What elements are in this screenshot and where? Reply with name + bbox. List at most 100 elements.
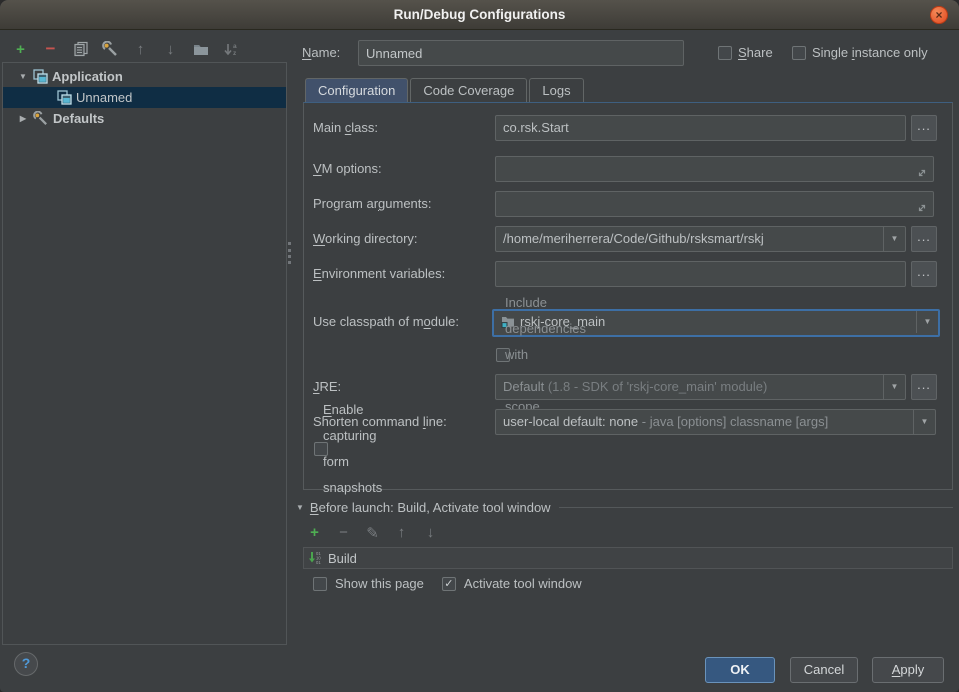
environment-variables-browse-button[interactable]: ...	[911, 261, 937, 287]
show-this-page-label: Show this page	[335, 576, 424, 591]
ok-button[interactable]: OK	[705, 657, 775, 683]
share-label: Share	[738, 45, 773, 60]
share-checkbox-group: Share	[718, 45, 773, 60]
configuration-panel: Main class: co.rsk.Start ... VM options:…	[303, 102, 953, 490]
single-instance-checkbox-group: Single instance only	[792, 45, 928, 60]
tab-code-coverage[interactable]: Code Coverage	[410, 78, 527, 103]
task-down-button[interactable]: ↓	[422, 524, 439, 541]
dropdown-arrow-icon[interactable]: ▼	[883, 227, 905, 251]
use-classpath-row: Use classpath of module: rskj-core_main …	[304, 309, 952, 337]
environment-variables-label: Environment variables:	[313, 261, 445, 287]
before-launch-header[interactable]: ▼ Before launch: Build, Activate tool wi…	[296, 500, 953, 515]
dropdown-arrow-icon[interactable]: ▼	[916, 311, 938, 333]
panel-splitter[interactable]	[288, 242, 291, 264]
main-class-browse-button[interactable]: ...	[911, 115, 937, 141]
jre-browse-button[interactable]: ...	[911, 374, 937, 400]
program-arguments-row: Program arguments:	[304, 191, 952, 219]
dialog-body: + − ↑ ↓ az ▼ Applicatio	[0, 30, 959, 692]
arrow-up-icon: ↑	[398, 524, 406, 541]
arrow-down-icon: ↓	[167, 41, 175, 58]
share-checkbox[interactable]	[718, 46, 732, 60]
working-directory-row: Working directory: /home/meriherrera/Cod…	[304, 226, 952, 254]
name-row: Name: Share Single instance only	[295, 40, 955, 66]
edit-task-button[interactable]: ✎	[364, 524, 381, 541]
minus-icon: −	[46, 39, 56, 59]
arrow-down-icon: ↓	[427, 524, 435, 541]
edit-defaults-button[interactable]	[102, 41, 119, 58]
activate-tool-window-label: Activate tool window	[464, 576, 582, 591]
tree-item-application[interactable]: ▼ Application	[3, 66, 286, 87]
activate-tool-window-checkbox[interactable]: ✓	[442, 577, 456, 591]
vm-options-row: VM options:	[304, 156, 952, 184]
expand-field-icon[interactable]	[916, 198, 928, 217]
application-icon	[57, 90, 72, 105]
jre-combo[interactable]: Default (1.8 - SDK of 'rskj-core_main' m…	[495, 374, 906, 400]
name-input[interactable]	[358, 40, 684, 66]
task-label: Build	[328, 551, 357, 566]
dropdown-arrow-icon[interactable]: ▼	[883, 375, 905, 399]
include-dependencies-group: Include dependencies with "Provided" sco…	[496, 348, 510, 362]
vm-options-field[interactable]	[495, 156, 934, 182]
working-directory-label: Working directory:	[313, 226, 418, 252]
main-class-row: Main class: co.rsk.Start ...	[304, 115, 952, 143]
enable-capturing-label: Enable capturing form snapshots	[323, 397, 382, 501]
help-button[interactable]: ?	[14, 652, 38, 676]
new-folder-button[interactable]	[192, 41, 209, 58]
plus-icon: +	[16, 41, 25, 58]
tree-collapsed-icon: ▶	[17, 114, 29, 123]
main-class-field[interactable]: co.rsk.Start	[495, 115, 906, 141]
environment-variables-field[interactable]	[495, 261, 906, 287]
main-class-label: Main class:	[313, 115, 378, 141]
move-down-button[interactable]: ↓	[162, 41, 179, 58]
apply-button[interactable]: Apply	[872, 657, 944, 683]
remove-configuration-button[interactable]: −	[42, 41, 59, 58]
check-icon: ✓	[444, 578, 453, 590]
vm-options-label: VM options:	[313, 156, 382, 182]
close-icon: ×	[935, 8, 942, 22]
sort-configurations-button[interactable]: az	[222, 41, 239, 58]
ellipsis-icon: ...	[917, 118, 931, 133]
program-arguments-field[interactable]	[495, 191, 934, 217]
cancel-button[interactable]: Cancel	[790, 657, 858, 683]
move-up-button[interactable]: ↑	[132, 41, 149, 58]
title-bar[interactable]: Run/Debug Configurations ×	[0, 0, 959, 30]
build-icon: 011001	[307, 550, 323, 566]
svg-text:z: z	[233, 50, 237, 57]
application-icon	[33, 69, 48, 84]
configurations-toolbar: + − ↑ ↓ az	[12, 38, 239, 60]
wrench-icon	[102, 41, 119, 58]
dropdown-arrow-icon[interactable]: ▼	[913, 410, 935, 434]
before-launch-label: Before launch: Build, Activate tool wind…	[310, 500, 551, 515]
add-configuration-button[interactable]: +	[12, 41, 29, 58]
section-divider	[559, 507, 953, 508]
enable-capturing-group: Enable capturing form snapshots	[314, 442, 328, 456]
collapse-section-icon: ▼	[296, 503, 304, 512]
show-this-page-checkbox[interactable]	[313, 577, 327, 591]
working-directory-browse-button[interactable]: ...	[911, 226, 937, 252]
minus-icon: −	[339, 524, 348, 541]
single-instance-checkbox[interactable]	[792, 46, 806, 60]
configurations-tree: ▼ Application Unnamed ▶ Defaults	[2, 62, 287, 645]
tab-configuration[interactable]: Configuration	[305, 78, 408, 103]
svg-text:a: a	[233, 43, 237, 50]
enable-capturing-row: Enable capturing form snapshots	[304, 440, 952, 468]
tree-item-defaults[interactable]: ▶ Defaults	[3, 108, 286, 129]
working-directory-combo[interactable]: /home/meriherrera/Code/Github/rsksmart/r…	[495, 226, 906, 252]
name-label: Name:	[302, 45, 340, 60]
task-up-button[interactable]: ↑	[393, 524, 410, 541]
close-button[interactable]: ×	[930, 6, 948, 24]
remove-task-button[interactable]: −	[335, 524, 352, 541]
tab-logs[interactable]: Logs	[529, 78, 583, 103]
plus-icon: +	[310, 524, 319, 541]
tree-item-unnamed[interactable]: Unnamed	[3, 87, 286, 108]
expand-field-icon[interactable]	[916, 163, 928, 182]
tree-item-label: Defaults	[53, 111, 104, 126]
tree-expanded-icon: ▼	[17, 72, 29, 81]
task-row-build[interactable]: 011001 Build	[304, 548, 952, 568]
shorten-command-line-combo[interactable]: user-local default: none - java [options…	[495, 409, 936, 435]
copy-configuration-button[interactable]	[72, 41, 89, 58]
ellipsis-icon: ...	[917, 229, 931, 244]
environment-variables-row: Environment variables: ...	[304, 261, 952, 289]
add-task-button[interactable]: +	[306, 524, 323, 541]
include-dependencies-row: Include dependencies with "Provided" sco…	[304, 346, 952, 374]
